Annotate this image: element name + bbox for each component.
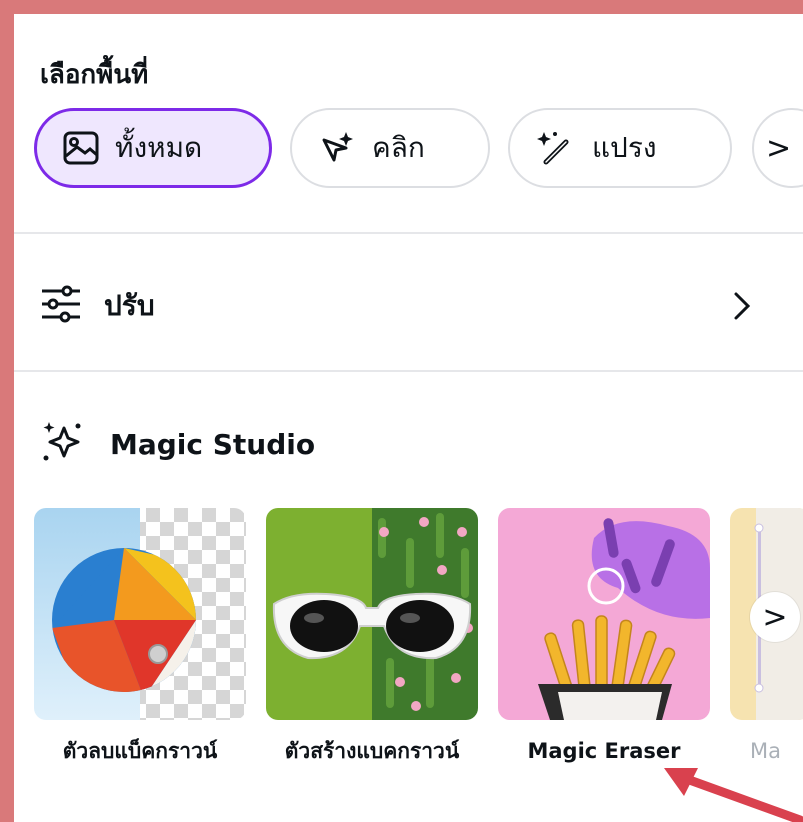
chip-brush[interactable]: แปรง bbox=[508, 108, 732, 188]
magic-studio-header: Magic Studio bbox=[40, 414, 315, 474]
tools-next-button[interactable]: > bbox=[750, 592, 800, 642]
edit-panel: เลือกพื้นที่ ทั้งหมด คลิก แปรง > ปรับ Ma… bbox=[14, 14, 803, 822]
magic-brush-icon bbox=[536, 130, 576, 166]
tool-background-generator-label: ตัวสร้างแบคกราวน์ bbox=[284, 739, 460, 763]
select-area-chips: ทั้งหมด คลิก แปรง > bbox=[34, 108, 803, 190]
french-fries-thumbnail bbox=[498, 508, 710, 720]
adjust-row[interactable]: ปรับ bbox=[40, 276, 780, 336]
divider bbox=[14, 370, 803, 372]
chevron-right-icon: > bbox=[762, 599, 788, 635]
chip-click[interactable]: คลิก bbox=[290, 108, 490, 188]
tool-magic-eraser[interactable]: Magic Eraser bbox=[498, 508, 710, 763]
tool-background-remover-label: ตัวลบแบ็คกราวน์ bbox=[62, 739, 218, 763]
sparkle-cursor-icon bbox=[318, 130, 356, 166]
sunglasses-thumbnail bbox=[266, 508, 478, 720]
annotation-arrow-icon bbox=[664, 768, 803, 822]
tool-background-generator[interactable]: ตัวสร้างแบคกราวน์ bbox=[266, 508, 478, 763]
image-icon bbox=[63, 131, 99, 165]
chip-brush-label: แปรง bbox=[592, 131, 657, 164]
select-area-title: เลือกพื้นที่ bbox=[40, 60, 149, 90]
magic-studio-label: Magic Studio bbox=[110, 427, 316, 461]
beach-ball-thumbnail bbox=[34, 508, 246, 720]
chevron-right-icon bbox=[730, 286, 754, 330]
divider bbox=[14, 232, 803, 234]
chip-all-label: ทั้งหมด bbox=[115, 131, 203, 164]
chips-scroll-right[interactable]: > bbox=[752, 108, 803, 188]
tool-background-remover[interactable]: ตัวลบแบ็คกราวน์ bbox=[34, 508, 246, 763]
adjust-label: ปรับ bbox=[104, 289, 155, 322]
sparkles-icon bbox=[40, 420, 84, 468]
chevron-right-icon: > bbox=[766, 130, 792, 166]
sliders-icon bbox=[40, 284, 82, 328]
chip-all[interactable]: ทั้งหมด bbox=[34, 108, 272, 188]
chip-click-label: คลิก bbox=[372, 131, 425, 164]
